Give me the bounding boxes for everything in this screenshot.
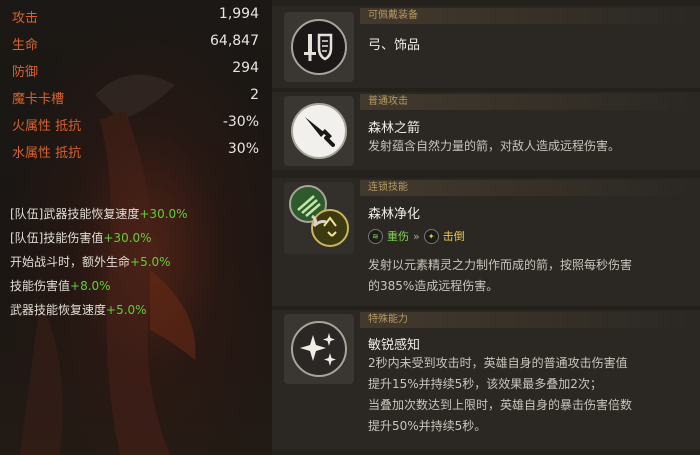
stat-value: 64,847 <box>210 33 259 49</box>
bonus-text: [队伍]武器技能恢复速度 <box>10 207 140 221</box>
normal-attack-desc: 发射蕴含自然力量的箭，对敌人造成远程伤害。 <box>368 139 621 153</box>
special-ability-title: 敏锐感知 <box>368 338 421 353</box>
normal-attack-tag: 普通攻击 <box>360 94 690 110</box>
bonus-item: [队伍]武器技能恢复速度+30.0% <box>10 205 270 229</box>
equipable-icon-box[interactable] <box>284 12 354 82</box>
chain-arrows-icon <box>289 185 349 247</box>
bonus-item: [队伍]技能伤害值+30.0% <box>10 229 270 253</box>
chain-skill-icon-box[interactable] <box>284 182 354 254</box>
stat-value: 294 <box>232 60 259 76</box>
chain-to-state: 击倒 <box>442 230 465 243</box>
knockdown-icon: ✦ <box>423 228 439 244</box>
special-desc-line: 当叠加次数达到上限时，英雄自身的暴击伤害倍数 <box>368 398 633 412</box>
chain-from-state: 重伤 <box>387 230 409 243</box>
sparkles-icon <box>291 321 347 377</box>
chain-skill-desc: 发射以元素精灵之力制作而成的箭，按照每秒伤害 的385%造成远程伤害。 <box>368 255 693 297</box>
wound-icon: ≋ <box>368 228 383 244</box>
equipable-tag: 可佩戴装备 <box>360 8 690 24</box>
dagger-icon <box>291 103 347 159</box>
stat-value: 1,994 <box>218 6 259 22</box>
stat-label: 水属性 抵抗 <box>12 146 82 161</box>
stat-row-water-resist: 水属性 抵抗 30% <box>8 138 263 165</box>
special-ability-icon-box[interactable] <box>284 314 354 384</box>
stat-row-defense: 防御 294 <box>8 57 263 84</box>
special-ability-tag: 特殊能力 <box>360 312 690 328</box>
normal-attack-section: 普通攻击 森林之箭 发射蕴含自然力量的箭，对敌人造成远程伤害。 <box>272 92 700 170</box>
sword-shield-icon <box>291 19 347 75</box>
special-desc-line: 提升15%并持续5秒，该效果最多叠加2次； <box>368 377 602 391</box>
chain-skill-desc-line: 的385%造成远程伤害。 <box>368 279 499 293</box>
stat-row-card-slot: 魔卡卡槽 2 <box>8 84 263 111</box>
bonus-item: 技能伤害值+8.0% <box>10 277 270 301</box>
special-desc-line: 2秒内未受到攻击时，英雄自身的普通攻击伤害值 <box>368 356 628 370</box>
stat-value: 2 <box>250 87 259 103</box>
stat-label: 生命 <box>12 38 39 53</box>
bonus-value: +8.0% <box>70 279 111 293</box>
stat-label: 防御 <box>12 65 39 80</box>
stat-label: 火属性 抵抗 <box>12 119 82 134</box>
hero-skill-panel: 可佩戴装备 弓、饰品 普通攻击 森林之箭 发射蕴含自然力量的箭，对敌人造成远程伤… <box>272 0 700 455</box>
bonus-list: [队伍]武器技能恢复速度+30.0% [队伍]技能伤害值+30.0% 开始战斗时… <box>10 205 270 325</box>
stats-list: 攻击 1,994 生命 64,847 防御 294 魔卡卡槽 2 火属性 抵抗 … <box>8 3 263 165</box>
chain-condition: ≋ 重伤 » ✦ 击倒 <box>368 228 465 244</box>
bonus-text: 技能伤害值 <box>10 279 71 293</box>
stat-row-fire-resist: 火属性 抵抗 -30% <box>8 111 263 138</box>
stat-row-attack: 攻击 1,994 <box>8 3 263 30</box>
chain-skill-section: 连锁技能 森林净化 ≋ 重伤 » ✦ 击倒 发射以元素精灵之力制作而成的箭，按照… <box>272 178 700 306</box>
equipable-section: 可佩戴装备 弓、饰品 <box>272 6 700 88</box>
hero-stats-panel: 攻击 1,994 生命 64,847 防御 294 魔卡卡槽 2 火属性 抵抗 … <box>0 0 272 455</box>
normal-attack-title: 森林之箭 <box>368 121 421 136</box>
stat-label: 攻击 <box>12 11 39 26</box>
chain-arrow: » <box>413 229 420 243</box>
special-ability-desc: 2秒内未受到攻击时，英雄自身的普通攻击伤害值 提升15%并持续5秒，该效果最多叠… <box>368 353 693 437</box>
chain-skill-desc-line: 发射以元素精灵之力制作而成的箭，按照每秒伤害 <box>368 258 633 272</box>
bonus-value: +5.0% <box>106 303 147 317</box>
special-ability-section: 特殊能力 敏锐感知 2秒内未受到攻击时，英雄自身的普通攻击伤害值 提升15%并持… <box>272 310 700 450</box>
special-desc-line: 提升50%并持续5秒。 <box>368 419 487 433</box>
normal-attack-icon-box[interactable] <box>284 96 354 166</box>
bonus-value: +5.0% <box>130 255 171 269</box>
stat-value: 30% <box>227 141 259 157</box>
bonus-text: [队伍]技能伤害值 <box>10 231 104 245</box>
bonus-value: +30.0% <box>139 207 188 221</box>
bonus-text: 开始战斗时，额外生命 <box>10 255 131 269</box>
stat-value: -30% <box>222 114 259 130</box>
bonus-item: 武器技能恢复速度+5.0% <box>10 301 270 325</box>
bonus-value: +30.0% <box>103 231 152 245</box>
bonus-item: 开始战斗时，额外生命+5.0% <box>10 253 270 277</box>
stat-label: 魔卡卡槽 <box>12 92 65 107</box>
chain-skill-tag: 连锁技能 <box>360 180 690 196</box>
bonus-text: 武器技能恢复速度 <box>10 303 107 317</box>
equipable-text: 弓、饰品 <box>368 38 421 53</box>
chain-skill-title: 森林净化 <box>368 207 421 222</box>
stat-row-hp: 生命 64,847 <box>8 30 263 57</box>
